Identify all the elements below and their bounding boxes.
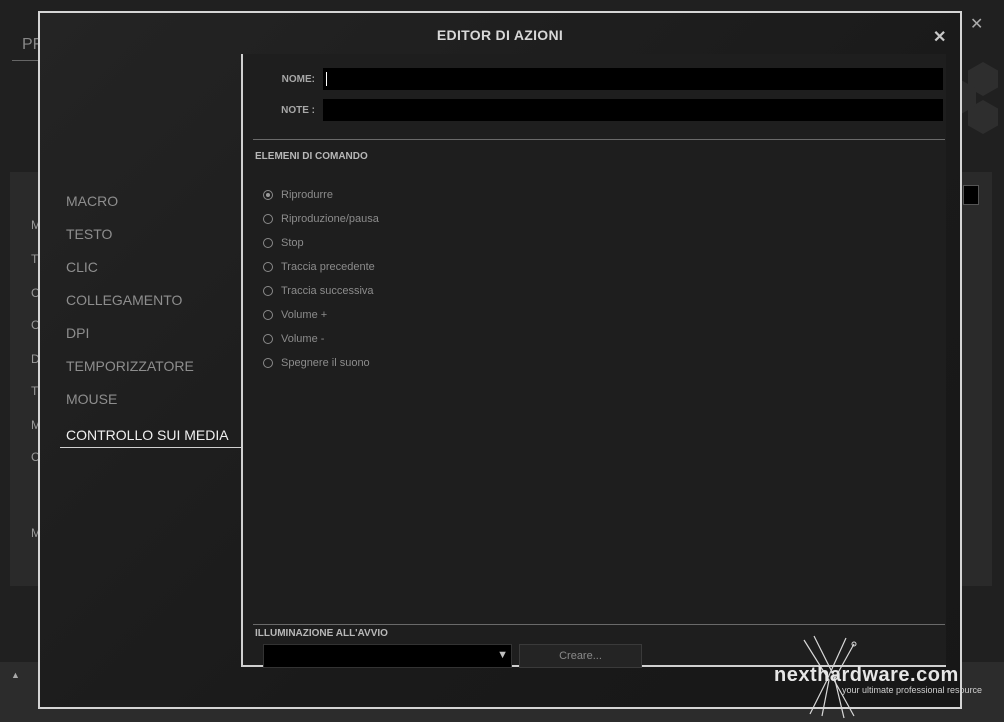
close-icon[interactable]: ✕: [933, 27, 946, 47]
background-up-arrow-icon[interactable]: ▲: [11, 670, 20, 680]
radio-button-icon[interactable]: [263, 286, 273, 296]
nav-item-clic[interactable]: CLIC: [60, 255, 242, 288]
lighting-profile-select[interactable]: ▼: [263, 644, 512, 668]
command-elements-heading: ELEMENI DI COMANDO: [255, 151, 368, 162]
nav-item-macro[interactable]: MACRO: [60, 189, 242, 222]
action-editor-dialog: EDITOR DI AZIONI ✕ MACRO TESTO CLIC COLLEGA…: [38, 11, 962, 709]
nav-item-controllo-sui-media[interactable]: CONTROLLO SUI MEDIA: [60, 424, 242, 448]
media-option-label: Spegnere il suono: [281, 357, 370, 369]
media-option-7[interactable]: Spegnere il suono: [263, 351, 379, 375]
media-option-1[interactable]: Riproduzione/pausa: [263, 207, 379, 231]
media-option-label: Volume +: [281, 309, 328, 321]
name-input[interactable]: [323, 68, 943, 90]
name-field-wrap: [323, 68, 943, 90]
watermark-tagline: your ultimate professional resource: [842, 685, 983, 695]
media-option-label: Riprodurre: [281, 189, 333, 201]
nav-item-dpi[interactable]: DPI: [60, 321, 242, 354]
action-type-nav: MACRO TESTO CLIC COLLEGAMENTO DPI TEMPORIZZAT…: [60, 189, 242, 448]
nav-item-testo[interactable]: TESTO: [60, 222, 242, 255]
media-option-label: Traccia successiva: [281, 285, 374, 297]
divider: [253, 139, 945, 140]
note-label: NOTE :: [281, 105, 315, 116]
name-label: NOME:: [281, 74, 315, 85]
background-close-icon[interactable]: ✕: [970, 14, 983, 34]
media-option-5[interactable]: Volume +: [263, 303, 379, 327]
startup-lighting-heading: ILLUMINAZIONE ALL'AVVIO: [255, 628, 388, 639]
create-button[interactable]: Creare...: [519, 644, 642, 668]
media-option-label: Stop: [281, 237, 304, 249]
divider: [253, 624, 945, 625]
media-command-options: Riprodurre Riproduzione/pausa Stop Traccia …: [263, 183, 379, 375]
radio-button-icon[interactable]: [263, 358, 273, 368]
text-caret: [326, 72, 327, 86]
background-title-underline: [12, 60, 40, 61]
radio-button-icon[interactable]: [263, 214, 273, 224]
nav-item-temporizzatore[interactable]: TEMPORIZZATORE: [60, 354, 242, 387]
media-option-3[interactable]: Traccia precedente: [263, 255, 379, 279]
radio-button-icon[interactable]: [263, 238, 273, 248]
radio-button-icon[interactable]: [263, 310, 273, 320]
media-option-6[interactable]: Volume -: [263, 327, 379, 351]
nav-item-mouse[interactable]: MOUSE: [60, 387, 242, 420]
note-input[interactable]: [323, 99, 943, 121]
watermark-logo: nexthardware.com your ultimate professio…: [774, 630, 1000, 720]
media-option-label: Riproduzione/pausa: [281, 213, 379, 225]
radio-button-icon[interactable]: [263, 190, 273, 200]
nav-item-collegamento[interactable]: COLLEGAMENTO: [60, 288, 242, 321]
media-option-label: Traccia precedente: [281, 261, 375, 273]
radio-button-icon[interactable]: [263, 334, 273, 344]
dialog-title: EDITOR DI AZIONI: [436, 27, 564, 43]
media-option-label: Volume -: [281, 333, 325, 345]
watermark-brand: nexthardware.com: [774, 664, 959, 686]
background-field: [963, 185, 979, 205]
media-option-2[interactable]: Stop: [263, 231, 379, 255]
dropdown-triangle-icon: ▼: [497, 649, 508, 661]
action-editor-content: NOME: NOTE : ELEMENI DI COMANDO Riprodur…: [241, 54, 946, 668]
media-option-4[interactable]: Traccia successiva: [263, 279, 379, 303]
media-option-0[interactable]: Riprodurre: [263, 183, 379, 207]
radio-button-icon[interactable]: [263, 262, 273, 272]
